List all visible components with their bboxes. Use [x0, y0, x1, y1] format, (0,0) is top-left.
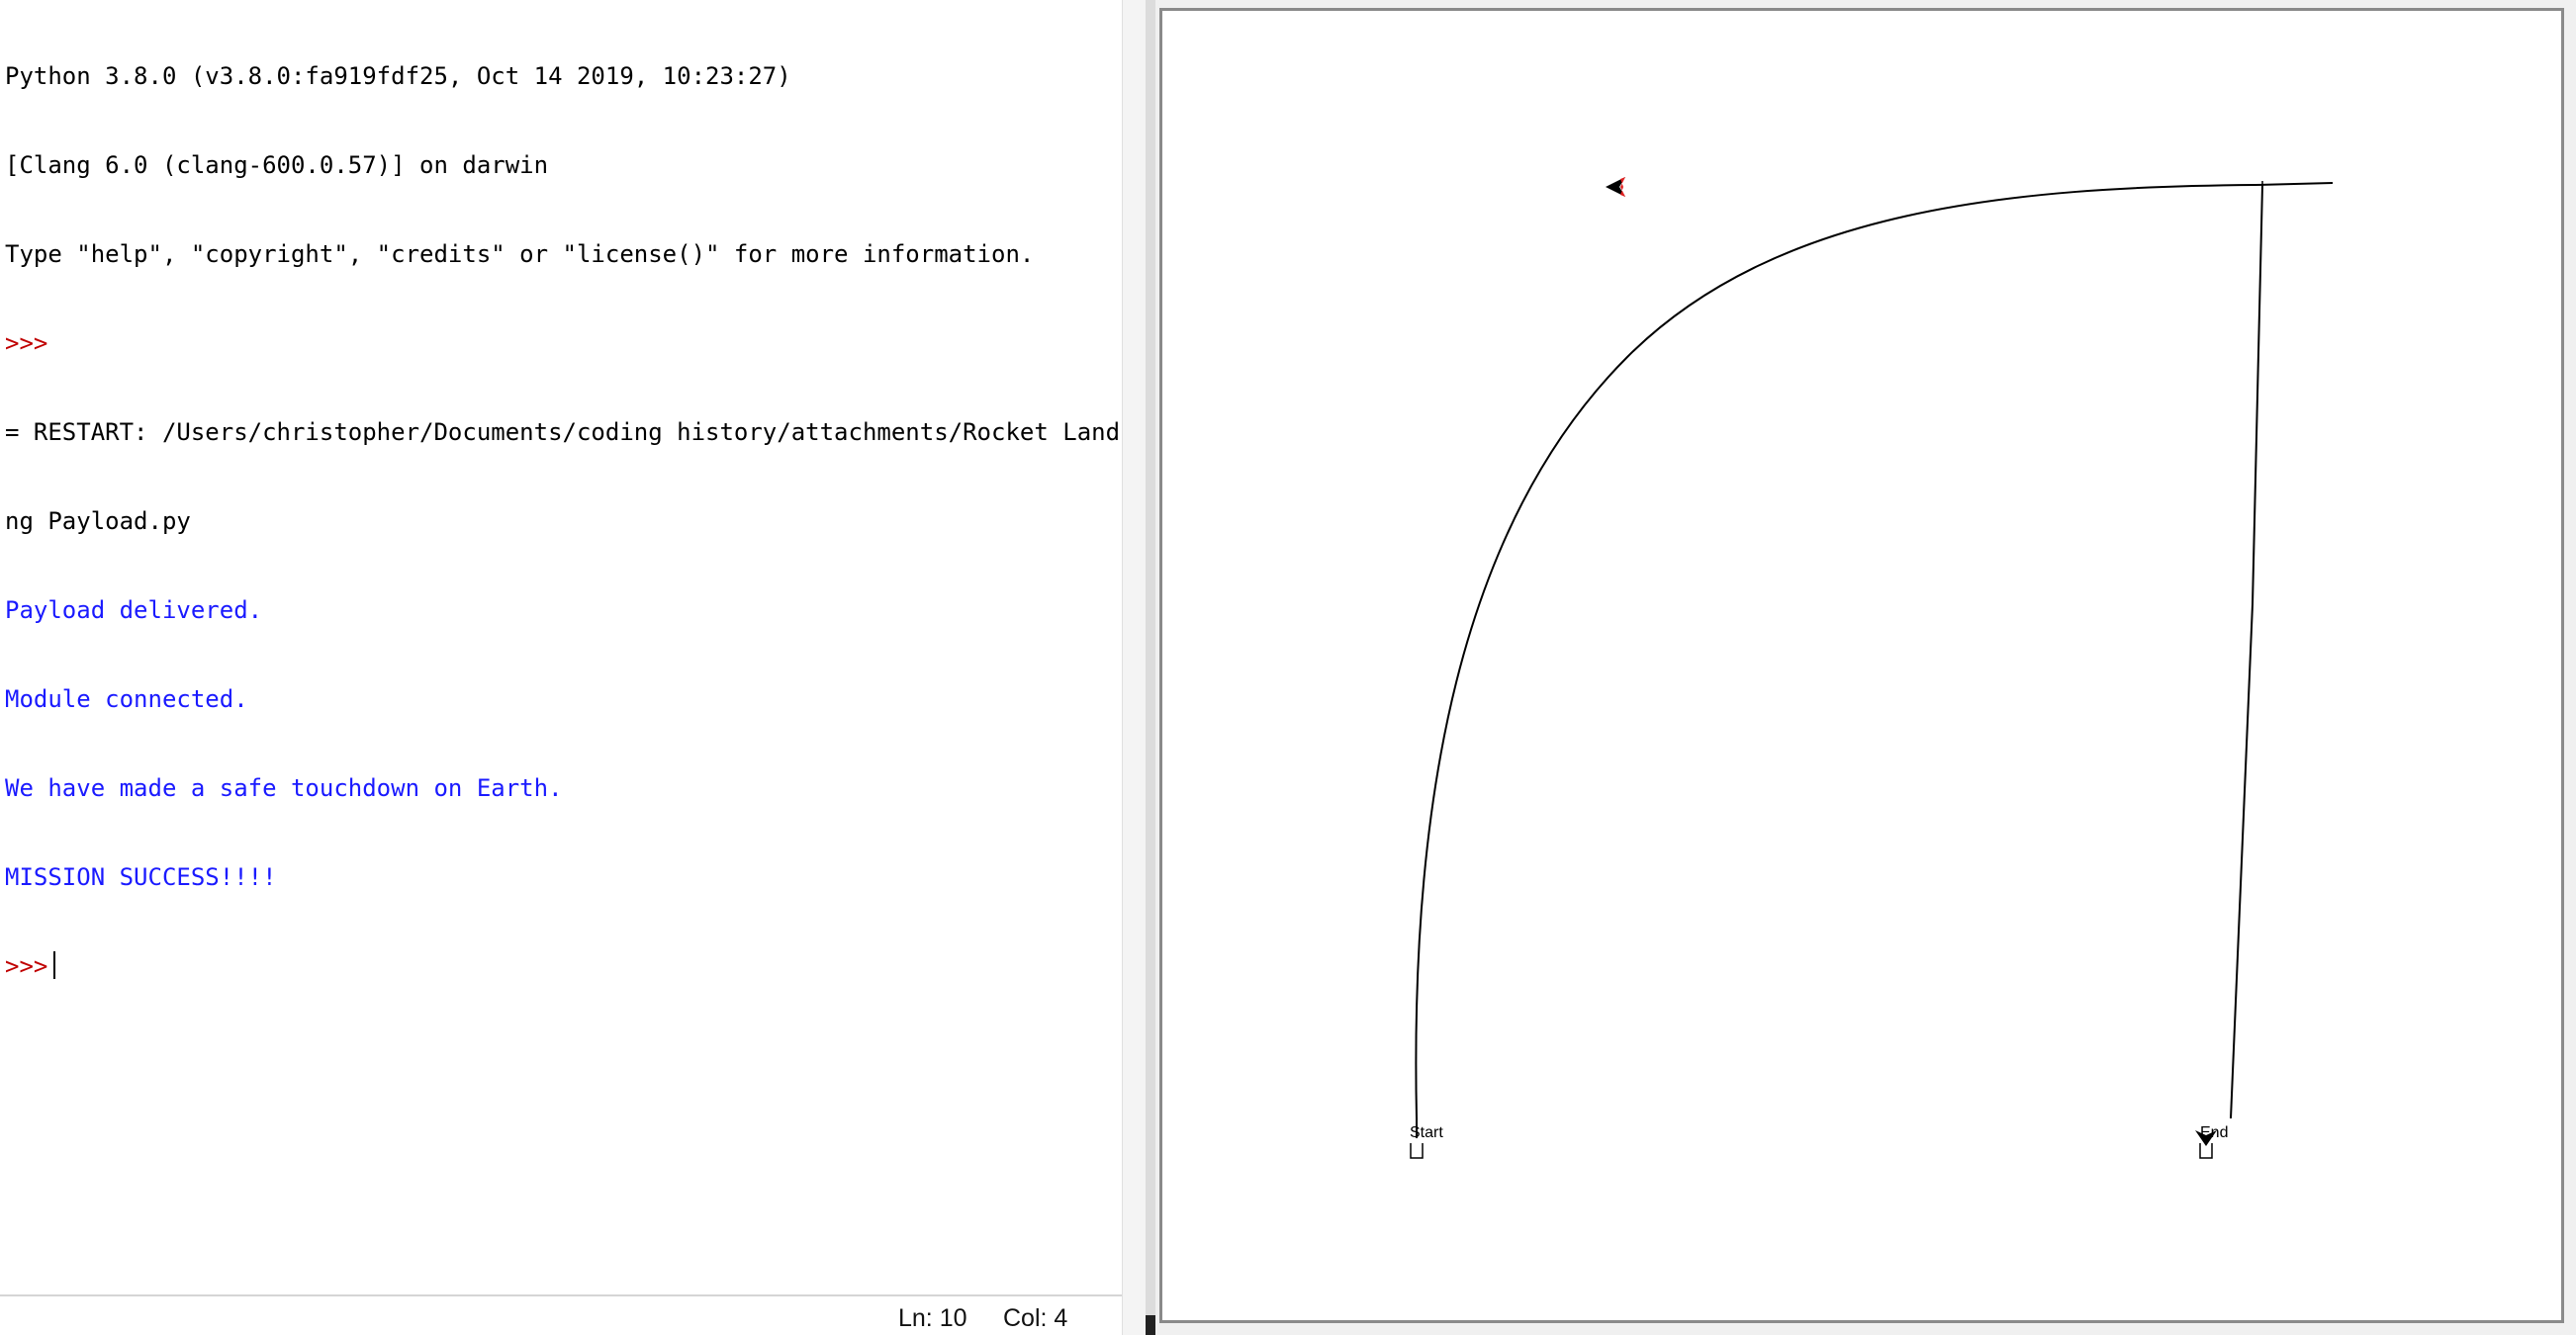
window-corner	[1146, 1315, 1155, 1335]
turtle-graphics-window: Start End	[1155, 0, 2576, 1335]
turtle-canvas: Start End	[1159, 8, 2564, 1323]
shell-banner-line-1: Python 3.8.0 (v3.8.0:fa919fdf25, Oct 14 …	[5, 62, 791, 90]
apex-line	[2254, 182, 2334, 186]
active-prompt: >>>	[5, 952, 48, 980]
shell-banner-line-3: Type "help", "copyright", "credits" or "…	[5, 240, 1035, 268]
turtle-arrow-icon	[1606, 177, 1625, 197]
shell-status-bar: Ln: 10 Col: 4	[0, 1294, 1122, 1335]
shell-text-area[interactable]: Python 3.8.0 (v3.8.0:fa919fdf25, Oct 14 …	[5, 2, 1122, 1040]
turtle-drawing: Start End	[1410, 177, 2334, 1159]
status-line-number: Ln: 10	[898, 1304, 967, 1332]
output-line-success: MISSION SUCCESS!!!!	[5, 863, 277, 891]
restart-line-2: ng Payload.py	[5, 507, 191, 535]
start-label: Start	[1410, 1124, 1443, 1141]
shell-banner-line-2: [Clang 6.0 (clang-600.0.57)] on darwin	[5, 151, 549, 179]
output-line-payload: Payload delivered.	[5, 596, 263, 624]
start-marker	[1410, 1143, 1424, 1159]
output-line-touchdown: We have made a safe touchdown on Earth.	[5, 774, 563, 802]
text-caret	[53, 951, 56, 979]
landing-descent-path	[2230, 184, 2263, 1119]
restart-line-1: = RESTART: /Users/christopher/Documents/…	[5, 418, 1122, 446]
shell-prompt: >>>	[5, 329, 48, 357]
launch-trajectory-path	[1415, 184, 2256, 1119]
active-prompt-line[interactable]: >>>	[5, 951, 1113, 981]
window-separator	[1146, 0, 1155, 1335]
idle-shell-window: Python 3.8.0 (v3.8.0:fa919fdf25, Oct 14 …	[0, 0, 1122, 1335]
status-column-number: Col: 4	[1003, 1304, 1068, 1332]
output-line-module: Module connected.	[5, 685, 248, 713]
shell-scrollbar[interactable]	[1122, 0, 1147, 1335]
